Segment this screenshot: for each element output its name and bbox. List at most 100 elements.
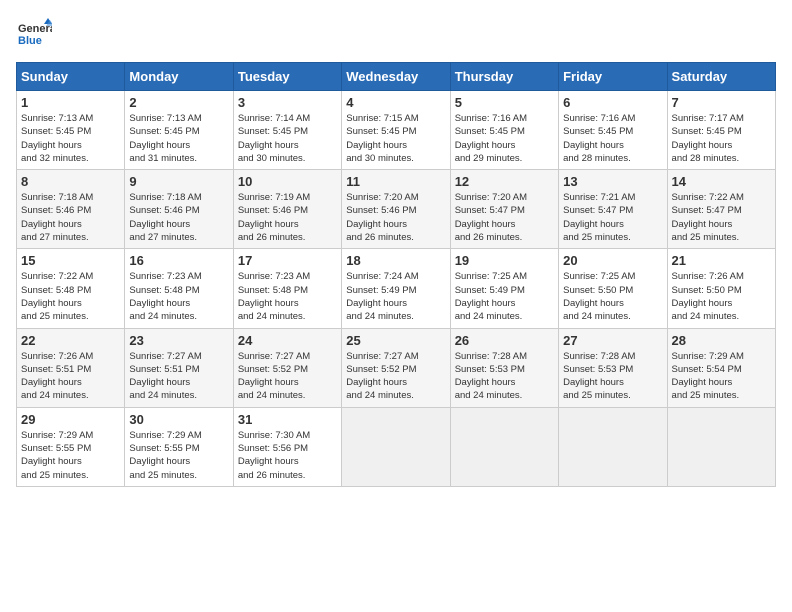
- day-cell: 28 Sunrise: 7:29 AM Sunset: 5:54 PM Dayl…: [667, 328, 775, 407]
- svg-text:Blue: Blue: [18, 35, 42, 47]
- day-number: 26: [455, 333, 554, 348]
- day-number: 11: [346, 174, 445, 189]
- day-cell: 10 Sunrise: 7:19 AM Sunset: 5:46 PM Dayl…: [233, 170, 341, 249]
- day-info: Sunrise: 7:13 AM Sunset: 5:45 PM Dayligh…: [21, 112, 120, 165]
- day-number: 22: [21, 333, 120, 348]
- day-cell: 31 Sunrise: 7:30 AM Sunset: 5:56 PM Dayl…: [233, 407, 341, 486]
- day-cell: 5 Sunrise: 7:16 AM Sunset: 5:45 PM Dayli…: [450, 91, 558, 170]
- day-cell: 7 Sunrise: 7:17 AM Sunset: 5:45 PM Dayli…: [667, 91, 775, 170]
- day-info: Sunrise: 7:23 AM Sunset: 5:48 PM Dayligh…: [238, 270, 337, 323]
- day-number: 30: [129, 412, 228, 427]
- day-cell: 19 Sunrise: 7:25 AM Sunset: 5:49 PM Dayl…: [450, 249, 558, 328]
- day-number: 2: [129, 95, 228, 110]
- day-info: Sunrise: 7:14 AM Sunset: 5:45 PM Dayligh…: [238, 112, 337, 165]
- day-cell: 26 Sunrise: 7:28 AM Sunset: 5:53 PM Dayl…: [450, 328, 558, 407]
- day-cell: 18 Sunrise: 7:24 AM Sunset: 5:49 PM Dayl…: [342, 249, 450, 328]
- day-cell: 13 Sunrise: 7:21 AM Sunset: 5:47 PM Dayl…: [559, 170, 667, 249]
- week-row-4: 22 Sunrise: 7:26 AM Sunset: 5:51 PM Dayl…: [17, 328, 776, 407]
- day-number: 12: [455, 174, 554, 189]
- day-info: Sunrise: 7:27 AM Sunset: 5:52 PM Dayligh…: [346, 350, 445, 403]
- day-number: 3: [238, 95, 337, 110]
- day-cell: 29 Sunrise: 7:29 AM Sunset: 5:55 PM Dayl…: [17, 407, 125, 486]
- day-info: Sunrise: 7:20 AM Sunset: 5:46 PM Dayligh…: [346, 191, 445, 244]
- day-header-wednesday: Wednesday: [342, 63, 450, 91]
- day-number: 16: [129, 253, 228, 268]
- day-info: Sunrise: 7:29 AM Sunset: 5:54 PM Dayligh…: [672, 350, 771, 403]
- day-number: 19: [455, 253, 554, 268]
- day-info: Sunrise: 7:17 AM Sunset: 5:45 PM Dayligh…: [672, 112, 771, 165]
- day-number: 18: [346, 253, 445, 268]
- day-number: 10: [238, 174, 337, 189]
- day-info: Sunrise: 7:23 AM Sunset: 5:48 PM Dayligh…: [129, 270, 228, 323]
- day-number: 4: [346, 95, 445, 110]
- day-header-friday: Friday: [559, 63, 667, 91]
- day-cell: 8 Sunrise: 7:18 AM Sunset: 5:46 PM Dayli…: [17, 170, 125, 249]
- day-number: 25: [346, 333, 445, 348]
- day-cell: 15 Sunrise: 7:22 AM Sunset: 5:48 PM Dayl…: [17, 249, 125, 328]
- day-cell: [667, 407, 775, 486]
- week-row-1: 1 Sunrise: 7:13 AM Sunset: 5:45 PM Dayli…: [17, 91, 776, 170]
- day-cell: 23 Sunrise: 7:27 AM Sunset: 5:51 PM Dayl…: [125, 328, 233, 407]
- day-number: 29: [21, 412, 120, 427]
- day-cell: 17 Sunrise: 7:23 AM Sunset: 5:48 PM Dayl…: [233, 249, 341, 328]
- day-cell: [450, 407, 558, 486]
- day-info: Sunrise: 7:21 AM Sunset: 5:47 PM Dayligh…: [563, 191, 662, 244]
- logo: General Blue: [16, 16, 52, 52]
- day-number: 6: [563, 95, 662, 110]
- day-number: 20: [563, 253, 662, 268]
- week-row-5: 29 Sunrise: 7:29 AM Sunset: 5:55 PM Dayl…: [17, 407, 776, 486]
- day-cell: 11 Sunrise: 7:20 AM Sunset: 5:46 PM Dayl…: [342, 170, 450, 249]
- day-cell: 9 Sunrise: 7:18 AM Sunset: 5:46 PM Dayli…: [125, 170, 233, 249]
- day-info: Sunrise: 7:29 AM Sunset: 5:55 PM Dayligh…: [129, 429, 228, 482]
- day-info: Sunrise: 7:22 AM Sunset: 5:48 PM Dayligh…: [21, 270, 120, 323]
- day-cell: [342, 407, 450, 486]
- day-info: Sunrise: 7:30 AM Sunset: 5:56 PM Dayligh…: [238, 429, 337, 482]
- day-info: Sunrise: 7:18 AM Sunset: 5:46 PM Dayligh…: [129, 191, 228, 244]
- day-cell: 21 Sunrise: 7:26 AM Sunset: 5:50 PM Dayl…: [667, 249, 775, 328]
- day-cell: 3 Sunrise: 7:14 AM Sunset: 5:45 PM Dayli…: [233, 91, 341, 170]
- day-number: 5: [455, 95, 554, 110]
- header: General Blue: [16, 16, 776, 52]
- day-info: Sunrise: 7:22 AM Sunset: 5:47 PM Dayligh…: [672, 191, 771, 244]
- day-number: 8: [21, 174, 120, 189]
- day-number: 24: [238, 333, 337, 348]
- day-header-saturday: Saturday: [667, 63, 775, 91]
- day-header-tuesday: Tuesday: [233, 63, 341, 91]
- day-info: Sunrise: 7:18 AM Sunset: 5:46 PM Dayligh…: [21, 191, 120, 244]
- day-info: Sunrise: 7:13 AM Sunset: 5:45 PM Dayligh…: [129, 112, 228, 165]
- day-cell: 30 Sunrise: 7:29 AM Sunset: 5:55 PM Dayl…: [125, 407, 233, 486]
- day-info: Sunrise: 7:16 AM Sunset: 5:45 PM Dayligh…: [455, 112, 554, 165]
- day-cell: 4 Sunrise: 7:15 AM Sunset: 5:45 PM Dayli…: [342, 91, 450, 170]
- day-number: 13: [563, 174, 662, 189]
- day-number: 7: [672, 95, 771, 110]
- day-number: 21: [672, 253, 771, 268]
- day-info: Sunrise: 7:19 AM Sunset: 5:46 PM Dayligh…: [238, 191, 337, 244]
- day-info: Sunrise: 7:27 AM Sunset: 5:51 PM Dayligh…: [129, 350, 228, 403]
- day-number: 14: [672, 174, 771, 189]
- day-info: Sunrise: 7:28 AM Sunset: 5:53 PM Dayligh…: [563, 350, 662, 403]
- day-number: 15: [21, 253, 120, 268]
- day-number: 1: [21, 95, 120, 110]
- day-cell: [559, 407, 667, 486]
- day-info: Sunrise: 7:25 AM Sunset: 5:50 PM Dayligh…: [563, 270, 662, 323]
- day-info: Sunrise: 7:26 AM Sunset: 5:51 PM Dayligh…: [21, 350, 120, 403]
- day-number: 9: [129, 174, 228, 189]
- day-number: 23: [129, 333, 228, 348]
- day-number: 28: [672, 333, 771, 348]
- day-cell: 6 Sunrise: 7:16 AM Sunset: 5:45 PM Dayli…: [559, 91, 667, 170]
- day-info: Sunrise: 7:29 AM Sunset: 5:55 PM Dayligh…: [21, 429, 120, 482]
- day-cell: 22 Sunrise: 7:26 AM Sunset: 5:51 PM Dayl…: [17, 328, 125, 407]
- day-cell: 16 Sunrise: 7:23 AM Sunset: 5:48 PM Dayl…: [125, 249, 233, 328]
- day-cell: 25 Sunrise: 7:27 AM Sunset: 5:52 PM Dayl…: [342, 328, 450, 407]
- day-info: Sunrise: 7:28 AM Sunset: 5:53 PM Dayligh…: [455, 350, 554, 403]
- day-number: 27: [563, 333, 662, 348]
- day-cell: 14 Sunrise: 7:22 AM Sunset: 5:47 PM Dayl…: [667, 170, 775, 249]
- day-cell: 24 Sunrise: 7:27 AM Sunset: 5:52 PM Dayl…: [233, 328, 341, 407]
- logo-icon: General Blue: [16, 16, 52, 52]
- day-info: Sunrise: 7:27 AM Sunset: 5:52 PM Dayligh…: [238, 350, 337, 403]
- day-info: Sunrise: 7:20 AM Sunset: 5:47 PM Dayligh…: [455, 191, 554, 244]
- week-row-2: 8 Sunrise: 7:18 AM Sunset: 5:46 PM Dayli…: [17, 170, 776, 249]
- day-info: Sunrise: 7:26 AM Sunset: 5:50 PM Dayligh…: [672, 270, 771, 323]
- day-cell: 20 Sunrise: 7:25 AM Sunset: 5:50 PM Dayl…: [559, 249, 667, 328]
- day-number: 17: [238, 253, 337, 268]
